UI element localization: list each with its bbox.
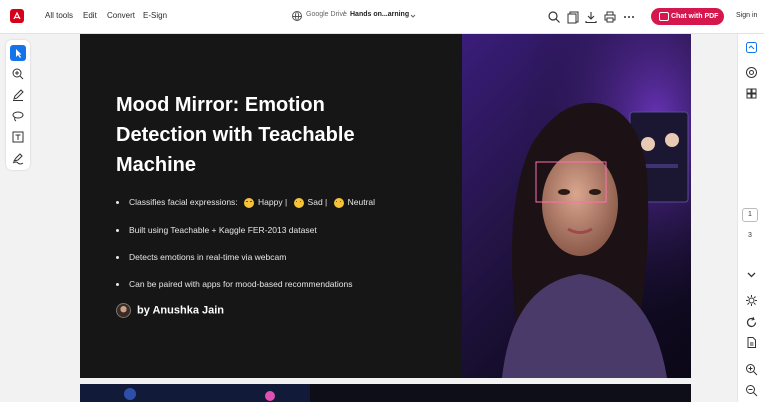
comment-icon xyxy=(12,68,24,80)
bullet-dot xyxy=(116,201,119,205)
fill-sign-icon xyxy=(12,153,24,165)
download-icon[interactable] xyxy=(584,10,598,24)
chevron-down-icon[interactable] xyxy=(409,12,417,20)
globe-icon xyxy=(292,11,302,21)
author-name: by Anushka Jain xyxy=(137,304,225,317)
bullet-built-using: Built using Teachable + Kaggle FER-2013 … xyxy=(116,225,317,235)
bullet-text: Built using Teachable + Kaggle FER-2013 … xyxy=(129,225,317,235)
lasso-tool[interactable] xyxy=(10,108,26,124)
document-page: Mood Mirror: Emotion Detection with Teac… xyxy=(80,34,691,378)
bullet-dot xyxy=(116,229,119,233)
total-pages: 3 xyxy=(748,232,752,239)
more-options-icon[interactable] xyxy=(622,10,636,24)
breadcrumb-separator: / xyxy=(343,11,345,18)
bullet-text: Can be paired with apps for mood-based r… xyxy=(129,279,353,289)
bullet-expressions: Classifies facial expressions: Happy | S… xyxy=(116,197,375,208)
author-line: by Anushka Jain xyxy=(116,303,224,318)
breadcrumb-location[interactable]: Google Drive xyxy=(306,11,347,18)
select-tool[interactable] xyxy=(10,45,26,61)
current-page-input[interactable]: 1 xyxy=(742,208,758,222)
slide-title: Mood Mirror: Emotion Detection with Teac… xyxy=(116,94,355,176)
sad-label: Sad | xyxy=(307,197,328,207)
next-page-preview-image xyxy=(80,384,310,402)
slide-photo xyxy=(462,34,691,378)
chat-with-pdf-label: Chat with PDF xyxy=(671,13,719,20)
draw-icon xyxy=(13,89,24,101)
zoom-out-icon[interactable] xyxy=(745,384,758,397)
print-icon[interactable] xyxy=(603,10,617,24)
neutral-label: Neutral xyxy=(347,197,376,207)
text-icon xyxy=(12,131,24,143)
happy-label: Happy | xyxy=(258,197,288,207)
bullet-text: Detects emotions in real-time via webcam xyxy=(129,252,287,262)
woman-with-face-scan-image xyxy=(462,34,691,378)
lasso-icon xyxy=(12,111,24,122)
text-tool[interactable] xyxy=(10,129,26,145)
chat-with-pdf-button[interactable]: Chat with PDF xyxy=(651,8,724,25)
page-icon[interactable] xyxy=(745,336,758,349)
sign-in-link[interactable]: Sign in xyxy=(736,12,757,19)
chevron-down-icon[interactable] xyxy=(745,268,758,281)
bullet-expressions-label: Classifies facial expressions: xyxy=(129,197,238,207)
search-icon[interactable] xyxy=(547,10,561,24)
fill-sign-tool[interactable] xyxy=(10,150,26,166)
sad-emoji-icon xyxy=(293,197,304,208)
author-avatar xyxy=(116,303,131,318)
zoom-in-icon[interactable] xyxy=(745,363,758,376)
draw-tool[interactable] xyxy=(10,87,26,103)
happy-emoji-icon xyxy=(244,197,255,208)
comment-tool[interactable] xyxy=(10,66,26,82)
refresh-icon[interactable] xyxy=(745,316,758,329)
ai-assistant-icon[interactable] xyxy=(745,41,758,54)
bullet-dot xyxy=(116,283,119,287)
file-name[interactable]: Hands on...arning xyxy=(350,11,409,18)
menu-all-tools[interactable]: All tools xyxy=(45,11,73,20)
left-toolbar xyxy=(6,40,30,170)
menu-edit[interactable]: Edit xyxy=(83,11,97,20)
page-view-icon[interactable] xyxy=(566,10,580,24)
select-icon xyxy=(16,49,22,58)
next-document-page xyxy=(80,384,691,402)
menu-e-sign[interactable]: E-Sign xyxy=(143,11,167,20)
acrobat-logo-icon[interactable] xyxy=(10,9,24,23)
top-toolbar: All tools Edit Convert E-Sign Google Dri… xyxy=(0,0,764,34)
bullet-dot xyxy=(116,256,119,260)
bullet-apps: Can be paired with apps for mood-based r… xyxy=(116,279,353,289)
bullet-real-time: Detects emotions in real-time via webcam xyxy=(116,252,286,262)
grid-icon[interactable] xyxy=(745,87,758,100)
menu-convert[interactable]: Convert xyxy=(107,11,135,20)
chat-icon xyxy=(659,12,669,21)
neutral-emoji-icon xyxy=(333,197,344,208)
comments-icon[interactable] xyxy=(745,66,758,79)
brightness-icon[interactable] xyxy=(745,294,758,307)
